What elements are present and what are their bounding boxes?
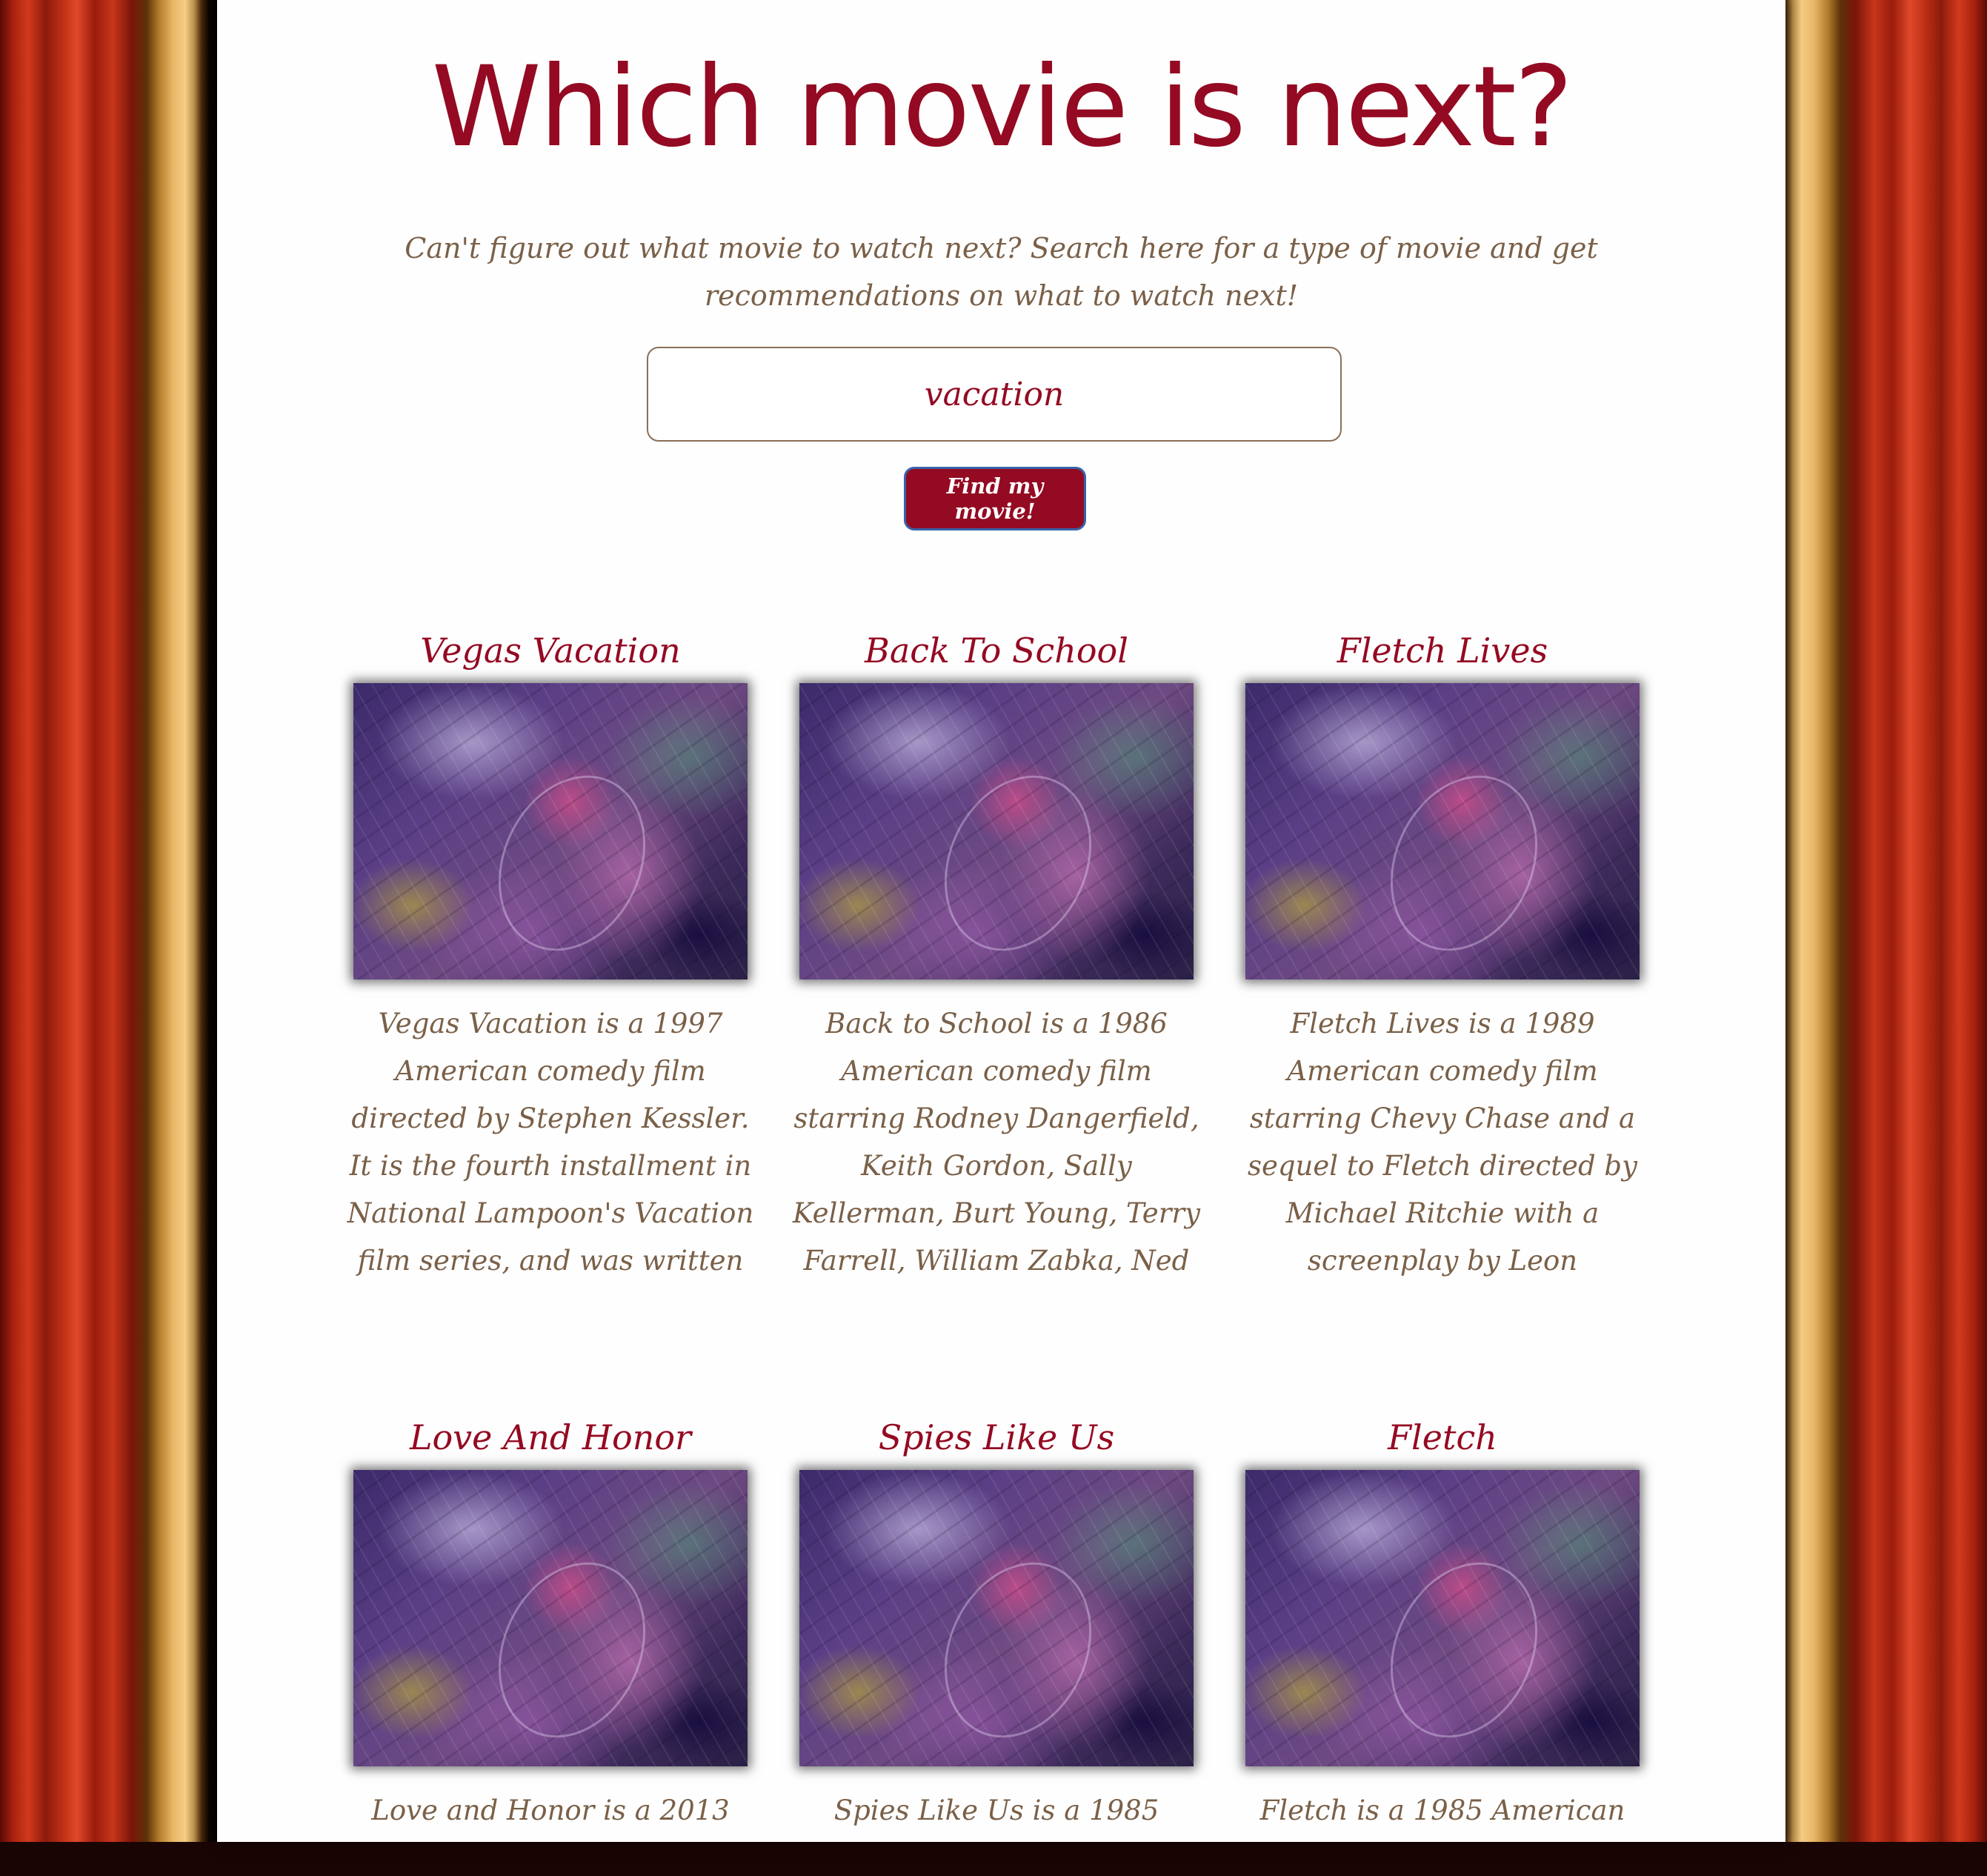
movie-description: Spies Like Us is a 1985 [833,1794,1159,1826]
movie-card[interactable]: Vegas Vacation Vegas Vacation is a 1997 … [343,624,758,1285]
curtain-left [0,0,222,1842]
page-subtitle: Can't figure out what movie to watch nex… [405,232,1598,312]
movie-card[interactable]: Spies Like Us Spies Like Us is a 1985 [789,1411,1204,1876]
movie-title[interactable]: Fletch Lives [1235,624,1650,677]
movie-description: Vegas Vacation is a 1997 American comedy… [347,1008,754,1277]
movie-description: Love and Honor is a 2013 [371,1794,730,1826]
curtain-right [1765,0,1987,1842]
movie-title[interactable]: Fletch [1235,1411,1650,1464]
movie-poster[interactable] [1245,683,1640,979]
page-title: Which movie is next? [431,43,1574,172]
movie-poster[interactable] [353,683,748,979]
movie-title[interactable]: Back To School [789,624,1204,677]
find-movie-button[interactable]: Find my movie! [904,467,1086,530]
search-input[interactable] [647,347,1342,442]
movie-card[interactable]: Fletch Lives Fletch Lives is a 1989 Amer… [1235,624,1650,1285]
movie-card[interactable]: Love And Honor Love and Honor is a 2013 [343,1411,758,1876]
movie-title[interactable]: Love And Honor [343,1411,758,1464]
movie-card[interactable]: Back To School Back to School is a 1986 … [789,624,1204,1285]
main-panel: Which movie is next? Can't figure out wh… [217,0,1785,1842]
movie-poster[interactable] [799,1470,1194,1766]
movie-card[interactable]: Fletch Fletch is a 1985 American [1235,1411,1650,1876]
movie-description: Back to School is a 1986 American comedy… [793,1008,1200,1277]
movie-poster[interactable] [1245,1470,1640,1766]
movie-poster[interactable] [353,1470,748,1766]
movie-poster[interactable] [799,683,1194,979]
movie-title[interactable]: Spies Like Us [789,1411,1204,1464]
movie-description: Fletch Lives is a 1989 American comedy f… [1247,1008,1637,1277]
movie-title[interactable]: Vegas Vacation [343,624,758,677]
movie-description: Fletch is a 1985 American [1259,1794,1625,1826]
